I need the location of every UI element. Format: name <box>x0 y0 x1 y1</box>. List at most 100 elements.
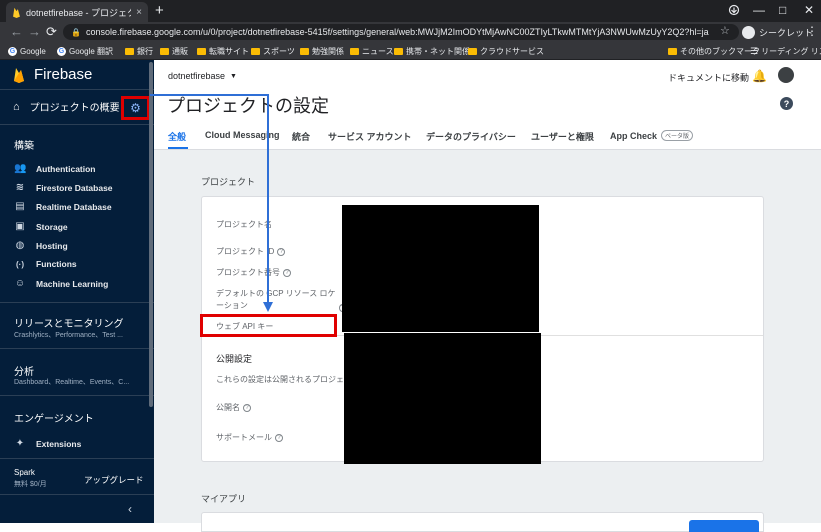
sidebar-item-label: Extensions <box>36 438 82 449</box>
bookmark-label: リーディング リスト <box>761 46 821 56</box>
bookmark-label: その他のブックマーク <box>680 46 760 56</box>
lock-icon: 🔒 <box>71 27 81 37</box>
analytics-title[interactable]: 分析 <box>14 363 34 378</box>
firebase-favicon-icon <box>13 7 20 18</box>
tabs-divider <box>154 149 821 150</box>
help-icon[interactable]: ? <box>283 268 291 277</box>
close-window-icon[interactable]: ✕ <box>804 3 814 17</box>
other-bookmarks[interactable]: その他のブックマーク <box>668 44 760 58</box>
plan-name: Spark <box>14 468 35 477</box>
collapse-sidebar-icon[interactable]: ‹ <box>128 502 132 516</box>
project-selector[interactable]: dotnetfirebase ▼ <box>168 71 237 81</box>
bookmark-folder-bank[interactable]: 銀行 <box>125 44 153 58</box>
sidebar-item-functions[interactable]: (·) Functions <box>14 259 77 269</box>
sidebar-item-machine-learning[interactable]: ☺ Machine Learning <box>14 278 108 289</box>
bookmark-label: Google 翻訳 <box>69 46 114 56</box>
account-avatar[interactable] <box>778 67 794 83</box>
window-minimize-icon[interactable] <box>728 3 740 20</box>
reading-list[interactable]: ☰リーディング リスト <box>750 44 821 58</box>
tab-close-icon[interactable]: × <box>136 7 142 18</box>
folder-icon <box>197 47 206 55</box>
release-monitoring-title[interactable]: リリースとモニタリング <box>14 315 124 330</box>
sidebar-item-label: Storage <box>36 221 68 232</box>
sidebar-item-storage[interactable]: ▣ Storage <box>14 221 68 232</box>
maximize-icon[interactable]: □ <box>779 3 786 17</box>
public-settings-description: これらの設定は公開されるプロジェクト <box>216 374 360 385</box>
bookmark-label: Google <box>20 46 46 56</box>
people-icon: 👥 <box>14 163 27 174</box>
firebase-flame-icon <box>14 67 24 83</box>
bookmark-star-icon[interactable]: ☆ <box>720 24 730 37</box>
folder-icon <box>468 47 477 55</box>
forward-icon[interactable]: → <box>28 23 41 41</box>
brand-name: Firebase <box>34 66 93 83</box>
tab-app-check[interactable]: App Check ベータ版 <box>610 130 694 141</box>
reading-list-icon: ☰ <box>750 45 759 56</box>
add-app-button[interactable] <box>689 520 759 532</box>
docs-link[interactable]: ドキュメントに移動 <box>668 71 749 84</box>
notifications-bell-icon[interactable]: 🔔 <box>752 69 767 83</box>
bookmark-google-translate[interactable]: G Google 翻訳 <box>57 44 113 58</box>
bookmark-folder-news[interactable]: ニュース <box>350 44 394 58</box>
engagement-title[interactable]: エンゲージメント <box>14 410 94 425</box>
bookmark-folder-cloud[interactable]: クラウドサービス <box>468 44 544 58</box>
browser-menu-icon[interactable]: ⋮ <box>806 24 818 38</box>
bookmark-folder-study[interactable]: 勉強関係 <box>300 44 344 58</box>
sidebar-scrollbar[interactable] <box>149 62 153 407</box>
bookmark-folder-jobs[interactable]: 転職サイト <box>197 44 249 58</box>
build-section-title[interactable]: 構築 <box>14 137 34 152</box>
upgrade-button[interactable]: アップグレード <box>84 474 144 486</box>
firestore-icon: ≋ <box>15 182 25 193</box>
help-icon[interactable]: ? <box>780 97 793 110</box>
tab-data-privacy[interactable]: データのプライバシー <box>426 130 516 143</box>
tab-general[interactable]: 全般 <box>168 130 186 143</box>
robot-icon: ☺ <box>14 278 26 289</box>
sidebar-item-firestore[interactable]: ≋ Firestore Database <box>14 182 113 193</box>
incognito-indicator[interactable]: シークレット <box>742 24 813 40</box>
reload-icon[interactable]: ⟳ <box>46 23 57 41</box>
tab-service-accounts[interactable]: サービス アカウント <box>328 130 412 143</box>
sidebar-divider <box>0 89 154 90</box>
project-overview-label: プロジェクトの概要 <box>29 103 120 114</box>
firebase-sidebar: Firebase ⌂ プロジェクトの概要 ⚙ 構築 👥 Authenticatio… <box>0 60 154 523</box>
sidebar-item-label: Hosting <box>36 240 68 251</box>
project-overview-link[interactable]: ⌂ プロジェクトの概要 <box>13 99 120 115</box>
release-monitoring-subtitle: Crashlytics、Performance、Test ... <box>14 332 123 339</box>
sidebar-item-authentication[interactable]: 👥 Authentication <box>14 163 96 174</box>
help-icon[interactable]: ? <box>275 433 283 442</box>
bookmark-folder-sports[interactable]: スポーツ <box>251 44 295 58</box>
field-label: 公開名 <box>216 403 240 412</box>
redacted-area <box>344 333 541 464</box>
tab-users-permissions[interactable]: ユーザーと権限 <box>531 130 594 143</box>
folder-icon <box>160 47 169 55</box>
field-label: サポートメール <box>216 433 272 442</box>
tab-app-check-label: App Check <box>610 130 658 141</box>
browser-tab[interactable]: dotnetfirebase - プロジェクトの設定 × <box>6 2 148 22</box>
tab-cloud-messaging[interactable]: Cloud Messaging <box>205 130 280 140</box>
help-icon[interactable]: ? <box>277 247 286 256</box>
new-tab-button[interactable]: + <box>155 2 164 20</box>
header-area: dotnetfirebase ▼ ドキュメントに移動 🔔 ? プロジェクトの設定… <box>154 60 821 150</box>
project-settings-gear-button[interactable]: ⚙ <box>121 96 150 120</box>
firebase-logo[interactable]: Firebase <box>13 66 92 83</box>
bookmark-folder-mobile-net[interactable]: 携帯・ネット関係 <box>394 44 470 58</box>
field-project-number: プロジェクト番号? <box>216 267 291 278</box>
tab-integrations[interactable]: 統合 <box>292 130 310 143</box>
plan-price: 無料 $0/月 <box>14 481 47 488</box>
extensions-icon: ✦ <box>15 438 25 449</box>
sidebar-item-realtime-database[interactable]: ▤ Realtime Database <box>14 201 111 212</box>
bookmark-google[interactable]: G Google <box>8 44 46 58</box>
bookmark-label: スポーツ <box>263 46 295 56</box>
bookmark-folder-shopping[interactable]: 通販 <box>160 44 188 58</box>
help-icon[interactable]: ? <box>243 403 251 412</box>
sidebar-item-hosting[interactable]: ◍ Hosting <box>14 240 68 251</box>
field-label: これらの設定は公開されるプロジェクト <box>216 375 360 384</box>
folder-icon <box>668 47 677 55</box>
sidebar-divider <box>0 458 154 459</box>
google-icon: G <box>8 46 17 56</box>
back-icon[interactable]: ← <box>10 23 23 41</box>
web-api-key-highlight <box>200 314 337 337</box>
sidebar-item-extensions[interactable]: ✦ Extensions <box>14 438 82 449</box>
minimize-icon[interactable]: — <box>753 3 765 17</box>
url-input[interactable]: 🔒 console.firebase.google.com/u/0/projec… <box>63 24 739 40</box>
